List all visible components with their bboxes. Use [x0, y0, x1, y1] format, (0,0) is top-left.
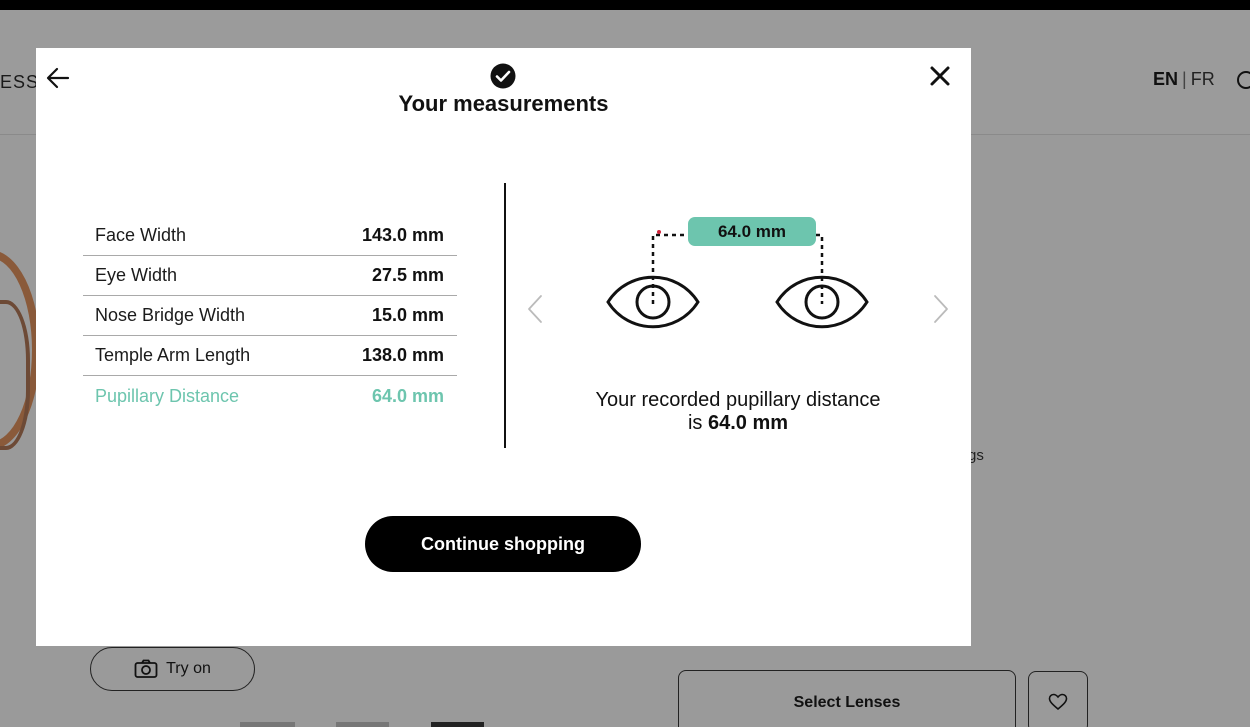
measurement-label: Face Width: [95, 225, 187, 245]
measurements-modal: Your measurements Face Width 143.0 mm Ey…: [36, 48, 971, 646]
measurement-value: 138.0 mm: [361, 345, 444, 365]
measurement-label: Pupillary Distance: [95, 385, 240, 406]
pd-text-prefix: Your recorded pupillary distance: [595, 389, 881, 411]
measurement-value: 64.0 mm: [371, 385, 444, 406]
select-lenses-label: Select Lenses: [793, 694, 901, 711]
check-circle-icon: [490, 63, 516, 89]
lang-en[interactable]: EN: [1153, 69, 1178, 89]
lang-separator: |: [1182, 69, 1187, 89]
pd-badge: 64.0 mm: [688, 217, 816, 246]
search-icon[interactable]: [1237, 71, 1250, 89]
back-arrow-icon[interactable]: [44, 64, 72, 92]
measurement-row: Nose Bridge Width 15.0 mm: [83, 296, 457, 336]
lang-fr[interactable]: FR: [1191, 69, 1215, 89]
top-bar: [0, 0, 1250, 10]
chevron-left-icon[interactable]: [526, 294, 544, 324]
measurement-label: Eye Width: [95, 265, 178, 285]
try-on-label: Try on: [166, 660, 211, 677]
wishlist-button[interactable]: [1028, 671, 1088, 727]
measurement-row-pupillary-distance: Pupillary Distance 64.0 mm: [83, 376, 457, 416]
measurement-row: Temple Arm Length 138.0 mm: [83, 336, 457, 376]
measurement-value: 27.5 mm: [371, 265, 444, 285]
measurement-value: 15.0 mm: [371, 305, 444, 325]
select-lenses-button[interactable]: Select Lenses: [678, 670, 1016, 727]
vertical-divider: [504, 183, 506, 448]
close-icon[interactable]: [928, 64, 952, 88]
pd-text-is: is: [687, 412, 703, 434]
camera-icon: [134, 659, 158, 678]
measurement-value: 143.0 mm: [361, 225, 444, 245]
pd-text-value: 64.0 mm: [707, 412, 789, 434]
measurement-row: Face Width 143.0 mm: [83, 216, 457, 256]
measurement-label: Nose Bridge Width: [95, 305, 246, 325]
measurements-table: Face Width 143.0 mm Eye Width 27.5 mm No…: [83, 216, 457, 416]
thumbnail[interactable]: [240, 722, 295, 727]
modal-title: Your measurements: [398, 91, 609, 116]
heart-icon: [1048, 693, 1068, 711]
measurement-row: Eye Width 27.5 mm: [83, 256, 457, 296]
try-on-button[interactable]: Try on: [90, 647, 255, 691]
language-switcher: EN | FR: [1153, 69, 1215, 90]
pd-description: Your recorded pupillary distance is 64.0…: [548, 389, 928, 435]
continue-shopping-button[interactable]: Continue shopping: [365, 516, 641, 572]
measurement-label: Temple Arm Length: [95, 345, 251, 365]
chevron-right-icon[interactable]: [932, 294, 950, 324]
thumbnail[interactable]: [336, 722, 389, 727]
thumbnail[interactable]: [431, 722, 484, 727]
